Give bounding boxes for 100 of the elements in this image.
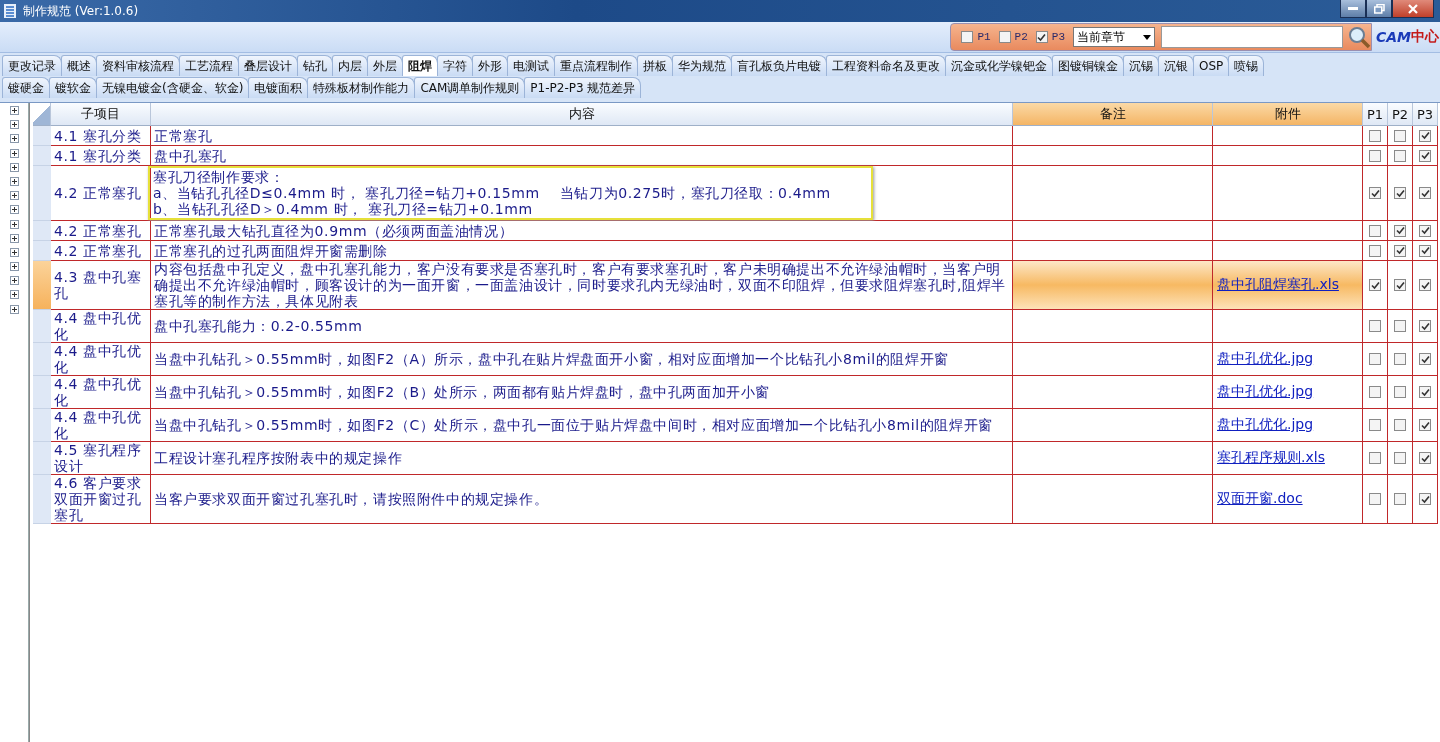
checkbox[interactable] [1419, 493, 1431, 505]
checkbox[interactable] [1369, 493, 1381, 505]
tab[interactable]: 沉锡 [1123, 55, 1159, 76]
tab[interactable]: 电测试 [507, 55, 555, 76]
checkbox[interactable] [1369, 353, 1381, 365]
attachment-link[interactable]: 盘中孔优化.jpg [1217, 383, 1314, 401]
tab[interactable]: 内层 [332, 55, 368, 76]
expand-icon[interactable] [9, 106, 19, 115]
checkbox[interactable] [1394, 320, 1406, 332]
tab[interactable]: 镀硬金 [2, 77, 50, 98]
tab[interactable]: 阻焊 [402, 55, 438, 76]
attachment-link[interactable]: 盘中孔优化.jpg [1217, 416, 1314, 434]
checkbox[interactable] [1369, 419, 1381, 431]
checkbox[interactable] [1419, 149, 1431, 162]
checkbox[interactable] [1369, 149, 1381, 162]
tab[interactable]: P1-P2-P3 规范差异 [524, 77, 642, 98]
expand-icon[interactable] [9, 191, 19, 201]
attachment-link[interactable]: 双面开窗.doc [1217, 490, 1303, 508]
checkbox[interactable] [1419, 279, 1431, 291]
expand-icon[interactable] [9, 262, 19, 272]
close-button[interactable] [1392, 0, 1434, 18]
tab[interactable]: 拼板 [637, 55, 673, 76]
checkbox[interactable] [1419, 187, 1431, 199]
tab[interactable]: 无镍电镀金(含硬金、软金) [96, 77, 250, 98]
column-header[interactable]: 备注 [1013, 103, 1213, 126]
checkbox[interactable] [1394, 386, 1406, 398]
chapter-dropdown[interactable]: 当前章节 [1073, 27, 1155, 47]
tab[interactable]: 外形 [472, 55, 508, 76]
tab[interactable]: 更改记录 [2, 55, 62, 76]
checkbox[interactable] [1394, 224, 1406, 237]
expand-icon[interactable] [9, 276, 19, 286]
checkbox[interactable] [998, 31, 1011, 43]
checkbox[interactable] [1369, 320, 1381, 332]
tab[interactable]: 叠层设计 [238, 55, 298, 76]
tab[interactable]: OSP [1193, 55, 1230, 76]
tab[interactable]: 字符 [437, 55, 473, 76]
expand-icon[interactable] [9, 304, 19, 314]
checkbox[interactable] [1369, 386, 1381, 398]
tab[interactable]: 工程资料命名及更改 [826, 55, 946, 76]
checkbox[interactable] [1419, 320, 1431, 332]
checkbox[interactable] [1394, 244, 1406, 257]
column-header[interactable]: 内容 [151, 103, 1013, 126]
search-field[interactable] [1161, 26, 1343, 48]
minimize-button[interactable] [1340, 0, 1366, 18]
checkbox[interactable] [1394, 493, 1406, 505]
checkbox[interactable] [1394, 187, 1406, 199]
checkbox[interactable] [1369, 224, 1381, 237]
attachment-link[interactable]: 盘中孔优化.jpg [1217, 350, 1314, 368]
checkbox[interactable] [1419, 353, 1431, 365]
tab[interactable]: 重点流程制作 [554, 55, 638, 76]
tab[interactable]: CAM调单制作规则 [414, 77, 526, 98]
column-header[interactable]: P3 [1413, 103, 1438, 126]
tab[interactable]: 工艺流程 [179, 55, 239, 76]
checkbox[interactable] [1419, 129, 1431, 142]
tab[interactable]: 沉银 [1158, 55, 1194, 76]
tab[interactable]: 钻孔 [297, 55, 333, 76]
checkbox[interactable] [1394, 353, 1406, 365]
attachment-link[interactable]: 盘中孔阻焊塞孔.xls [1217, 276, 1339, 294]
column-header[interactable]: P2 [1388, 103, 1413, 126]
tab[interactable]: 镀软金 [49, 77, 97, 98]
expand-icon[interactable] [9, 205, 19, 215]
checkbox[interactable] [1369, 279, 1381, 291]
checkbox[interactable] [1419, 244, 1431, 257]
checkbox[interactable] [1394, 452, 1406, 464]
checkbox[interactable] [1394, 279, 1406, 291]
expand-icon[interactable] [9, 290, 19, 300]
checkbox[interactable] [1369, 129, 1381, 142]
expand-icon[interactable] [9, 162, 19, 172]
tab[interactable]: 喷锡 [1228, 55, 1265, 76]
checkbox[interactable] [1369, 244, 1381, 257]
checkbox[interactable] [1419, 419, 1431, 431]
attachment-link[interactable]: 塞孔程序规则.xls [1217, 449, 1325, 467]
expand-icon[interactable] [9, 233, 19, 243]
expand-icon[interactable] [9, 148, 19, 158]
checkbox[interactable] [1369, 187, 1381, 199]
tab[interactable]: 图镀铜镍金 [1052, 55, 1124, 76]
tab[interactable]: 外层 [367, 55, 403, 76]
tab[interactable]: 特殊板材制作能力 [307, 77, 416, 98]
tab[interactable]: 资料审核流程 [96, 55, 180, 76]
column-header[interactable]: P1 [1363, 103, 1388, 126]
tab[interactable]: 概述 [61, 55, 97, 76]
checkbox[interactable] [1394, 419, 1406, 431]
column-header[interactable]: 子项目 [51, 103, 151, 126]
expand-icon[interactable] [9, 134, 19, 144]
checkbox[interactable] [1394, 129, 1406, 142]
column-header[interactable]: 附件 [1213, 103, 1363, 126]
checkbox[interactable] [1394, 149, 1406, 162]
checkbox[interactable] [1369, 452, 1381, 464]
tab[interactable]: 盲孔板负片电镀 [731, 55, 827, 76]
expand-icon[interactable] [9, 247, 19, 257]
checkbox[interactable] [961, 31, 974, 43]
search-icon[interactable] [1347, 25, 1371, 49]
checkbox[interactable] [1419, 224, 1431, 237]
expand-icon[interactable] [9, 176, 19, 186]
restore-button[interactable] [1366, 0, 1392, 18]
checkbox[interactable] [1035, 31, 1048, 43]
expand-icon[interactable] [9, 219, 19, 229]
tab[interactable]: 电镀面积 [248, 77, 309, 98]
tab[interactable]: 沉金或化学镍钯金 [945, 55, 1053, 76]
checkbox[interactable] [1419, 386, 1431, 398]
